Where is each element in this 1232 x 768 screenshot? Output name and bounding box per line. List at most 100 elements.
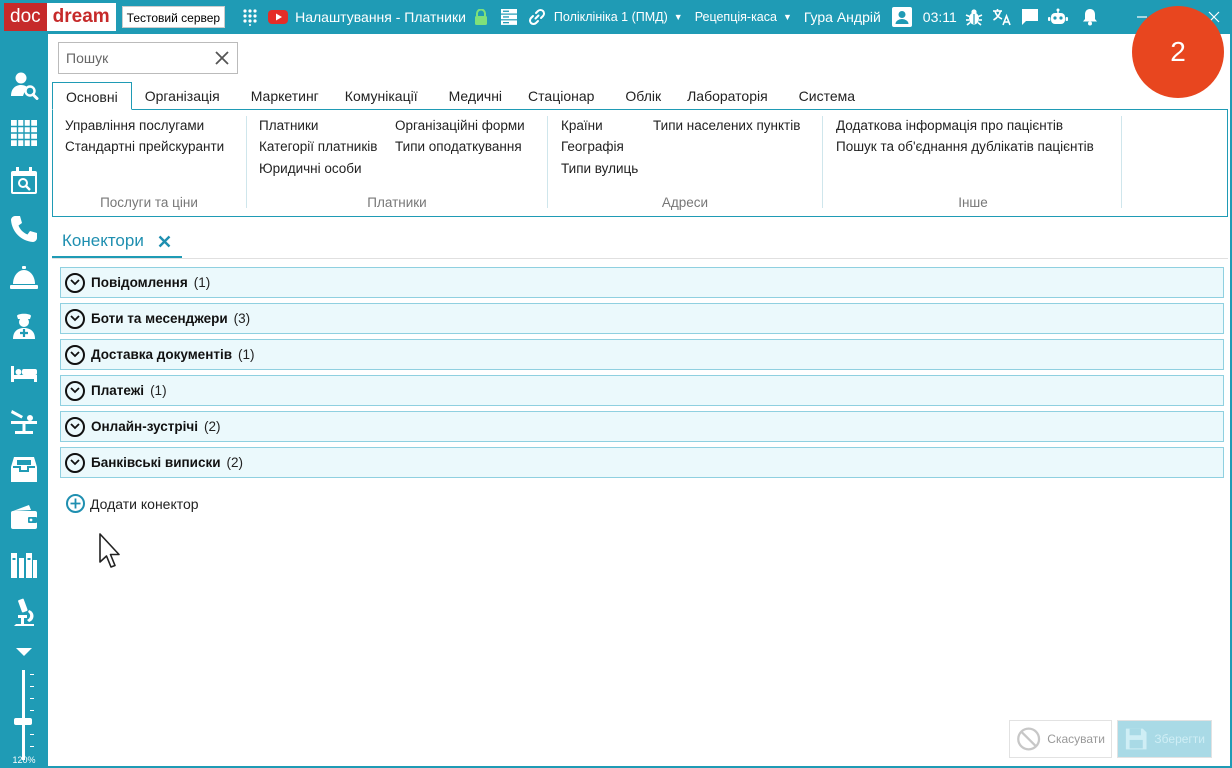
zoom-tick — [30, 698, 34, 699]
ribbon-group-addresses: Країни Географія Типи вулиць Типи населе… — [548, 110, 822, 216]
search-box — [58, 42, 238, 74]
server-icon[interactable] — [498, 6, 520, 28]
archive-box-icon[interactable] — [6, 452, 42, 486]
section-count: (1) — [238, 347, 255, 362]
section-bots-messengers[interactable]: Боти та месенджери (3) — [60, 303, 1224, 334]
bell-icon[interactable] — [1079, 6, 1101, 28]
ribbon-link-standard-pricelists[interactable]: Стандартні прейскуранти — [65, 139, 224, 154]
section-payments[interactable]: Платежі (1) — [60, 375, 1224, 406]
ribbon-link-countries[interactable]: Країни — [561, 118, 603, 133]
search-clear-icon[interactable] — [213, 49, 231, 67]
chevron-down-icon[interactable] — [65, 416, 85, 437]
connector-sections: Повідомлення (1) Боти та месенджери (3) … — [60, 267, 1224, 483]
user-profile-icon[interactable] — [891, 6, 913, 28]
operating-table-icon[interactable] — [6, 404, 42, 438]
microscope-icon[interactable] — [6, 596, 42, 630]
robot-icon[interactable] — [1047, 6, 1069, 28]
tab-laboratoriia[interactable]: Лабораторія — [674, 82, 781, 110]
tab-medychni[interactable]: Медичні — [431, 82, 515, 110]
workplace-selector[interactable]: Рецепція-каса — [695, 10, 777, 24]
section-name: Доставка документів — [91, 347, 233, 362]
clock: 03:11 — [922, 9, 957, 25]
schedule-grid-icon[interactable] — [6, 116, 42, 150]
section-count: (2) — [203, 419, 221, 434]
link-icon[interactable] — [526, 6, 548, 28]
add-connector-label: Додати конектор — [90, 495, 199, 512]
add-connector-button[interactable]: Додати конектор — [66, 494, 199, 513]
ribbon-link-patient-extra-info[interactable]: Додаткова інформація про пацієнтів — [836, 118, 1063, 133]
section-name: Платежі — [91, 383, 145, 398]
cancel-button[interactable]: Скасувати — [1009, 720, 1112, 758]
tab-marketynh[interactable]: Маркетинг — [233, 82, 332, 110]
doctor-icon[interactable] — [6, 308, 42, 342]
ribbon-link-services-management[interactable]: Управління послугами — [65, 118, 204, 133]
tab-oblik[interactable]: Облік — [607, 82, 674, 110]
zoom-collapse-caret-icon[interactable] — [16, 648, 32, 656]
cancel-circle-icon — [1017, 727, 1041, 751]
section-count: (1) — [193, 275, 211, 290]
app-logo: doc dream — [4, 3, 116, 31]
ribbon-group-label: Інше — [958, 195, 988, 210]
chevron-down-icon[interactable] — [65, 272, 85, 293]
chevron-down-icon[interactable] — [65, 308, 85, 329]
chevron-down-icon[interactable] — [65, 380, 85, 401]
ribbon-link-org-forms[interactable]: Організаційні форми — [395, 118, 525, 133]
zoom-slider-thumb[interactable] — [14, 718, 32, 725]
tab-orhanizatsiia[interactable]: Організація — [132, 82, 233, 110]
close-tab-icon[interactable] — [158, 234, 172, 248]
chevron-down-icon[interactable] — [65, 344, 85, 365]
ribbon-link-tax-types[interactable]: Типи оподаткування — [395, 139, 522, 154]
section-bank-statements[interactable]: Банківські виписки (2) — [60, 447, 1224, 478]
save-button[interactable]: Зберегти — [1117, 720, 1212, 758]
section-count: (2) — [226, 455, 244, 470]
ribbon-group-label: Платники — [367, 195, 427, 210]
ribbon-link-settlement-types[interactable]: Типи населених пунктів — [653, 118, 800, 133]
mouse-cursor-icon — [98, 532, 124, 573]
ribbon-link-street-types[interactable]: Типи вулиць — [561, 161, 638, 176]
title-bar: doc dream Тестовий сервер Налаштування -… — [0, 0, 1232, 34]
chevron-down-icon[interactable] — [65, 452, 85, 473]
library-icon[interactable] — [6, 548, 42, 582]
search-input[interactable] — [66, 50, 206, 66]
tab-systema[interactable]: Система — [781, 82, 868, 110]
ribbon-link-payers[interactable]: Платники — [259, 118, 318, 133]
phone-icon[interactable] — [6, 212, 42, 246]
zoom-slider-track[interactable] — [22, 670, 25, 760]
ribbon-link-geography[interactable]: Географія — [561, 139, 624, 154]
section-count: (1) — [150, 383, 167, 398]
bug-icon[interactable] — [963, 6, 985, 28]
tab-osnovni[interactable]: Основні — [52, 82, 132, 110]
plus-circle-icon — [66, 494, 85, 513]
ribbon: Управління послугами Стандартні прейскур… — [52, 109, 1228, 217]
section-name: Боти та месенджери — [91, 311, 228, 326]
patient-search-icon[interactable] — [6, 68, 42, 102]
tab-komunikatsii[interactable]: Комунікації — [332, 82, 431, 110]
section-document-delivery[interactable]: Доставка документів (1) — [60, 339, 1224, 370]
menu-tabs: Основні Організація Маркетинг Комунікаці… — [52, 82, 868, 110]
bed-icon[interactable] — [6, 356, 42, 390]
user-name[interactable]: Гура Андрій — [804, 9, 881, 25]
tab-statsionar[interactable]: Стаціонар — [515, 82, 607, 110]
wallet-icon[interactable] — [6, 500, 42, 534]
section-count: (3) — [233, 311, 251, 326]
content-divider — [52, 258, 1228, 259]
ribbon-link-payer-categories[interactable]: Категорії платників — [259, 139, 377, 154]
section-name: Повідомлення — [91, 275, 188, 290]
section-online-meetings[interactable]: Онлайн-зустрічі (2) — [60, 411, 1224, 442]
clinic-caret-icon[interactable]: ▼ — [674, 12, 683, 22]
main-panel: 2 Основні Організація Маркетинг Комуніка… — [48, 6, 1230, 766]
step-badge: 2 — [1132, 6, 1224, 98]
ribbon-link-patient-duplicates[interactable]: Пошук та об'єднання дублікатів пацієнтів — [836, 139, 1094, 154]
content-tab-connectors[interactable]: Конектори — [52, 226, 182, 258]
dialpad-icon[interactable] — [239, 6, 261, 28]
chat-icon[interactable] — [1019, 6, 1041, 28]
youtube-icon[interactable] — [267, 6, 289, 28]
workplace-caret-icon[interactable]: ▼ — [783, 12, 792, 22]
calendar-search-icon[interactable] — [6, 164, 42, 198]
zoom-level: 120% — [12, 755, 36, 765]
ribbon-link-legal-entities[interactable]: Юридичні особи — [259, 161, 362, 176]
translate-icon[interactable] — [991, 6, 1013, 28]
section-notifications[interactable]: Повідомлення (1) — [60, 267, 1224, 298]
clinic-selector[interactable]: Поліклініка 1 (ПМД) — [554, 10, 668, 24]
reception-bell-icon[interactable] — [6, 260, 42, 294]
